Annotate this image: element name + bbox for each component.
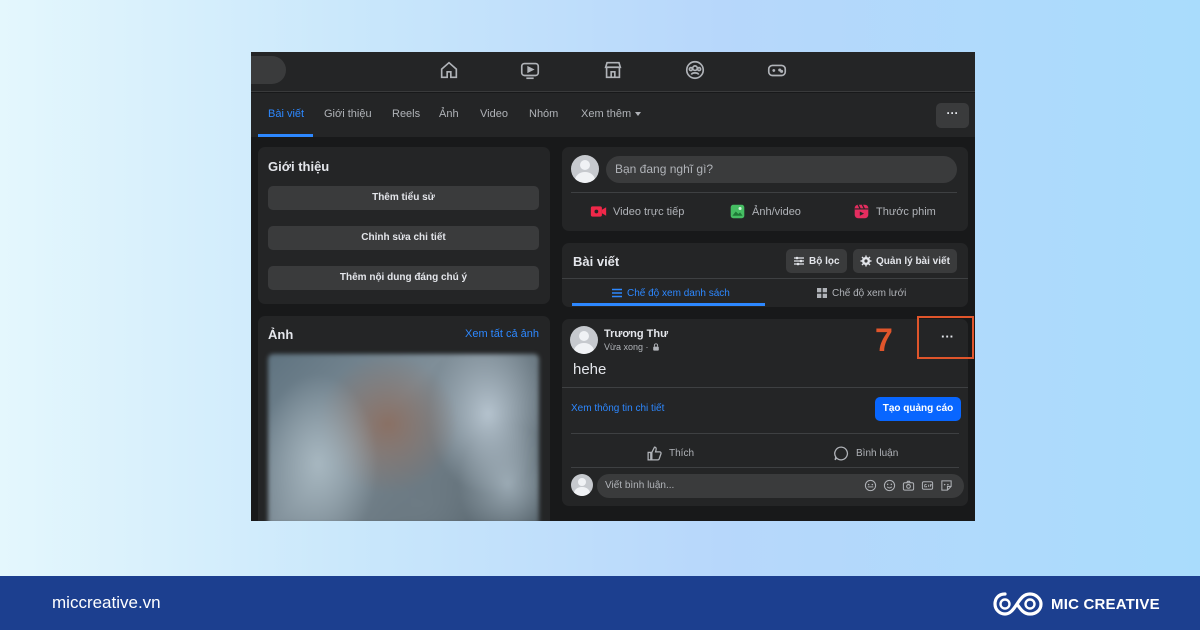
composer-card: Bạn đang nghĩ gì? Video trực tiếp Ảnh/vi… bbox=[562, 147, 968, 231]
highlight-box bbox=[917, 316, 974, 359]
tab-reels[interactable]: Reels bbox=[392, 108, 420, 120]
photo-video-button[interactable]: Ảnh/video bbox=[729, 203, 801, 220]
footer-bar: miccreative.vn MIC CREATIVE bbox=[0, 576, 1200, 630]
live-video-button[interactable]: Video trực tiếp bbox=[590, 203, 684, 220]
post-author[interactable]: Trương Thư bbox=[604, 328, 668, 340]
post-time-label: Vừa xong · bbox=[604, 342, 649, 352]
manage-posts-label: Quản lý bài viết bbox=[876, 255, 950, 267]
author-avatar[interactable] bbox=[570, 326, 598, 354]
composer-divider bbox=[571, 192, 957, 193]
camera-icon[interactable] bbox=[902, 479, 915, 492]
filter-button[interactable]: Bộ lọc bbox=[786, 249, 847, 273]
reel-button[interactable]: Thước phim bbox=[853, 203, 936, 220]
active-tab-indicator bbox=[258, 134, 313, 137]
gif-icon[interactable] bbox=[921, 479, 934, 492]
tab-videos[interactable]: Video bbox=[480, 108, 508, 120]
list-icon bbox=[612, 288, 622, 298]
reel-label: Thước phim bbox=[876, 205, 936, 218]
post-text: hehe bbox=[573, 361, 607, 378]
tab-about[interactable]: Giới thiệu bbox=[324, 108, 372, 120]
home-icon[interactable] bbox=[438, 59, 460, 81]
intro-card: Giới thiệu Thêm tiểu sử Chỉnh sửa chi ti… bbox=[258, 147, 550, 304]
post-time[interactable]: Vừa xong · bbox=[604, 342, 660, 352]
groups-icon[interactable] bbox=[684, 59, 706, 81]
posts-title: Bài viết bbox=[573, 254, 620, 269]
post-divider-middle bbox=[571, 433, 959, 434]
profile-tabs: Bài viết Giới thiệu Reels Ảnh Video Nhóm… bbox=[251, 93, 975, 137]
video-icon[interactable] bbox=[519, 59, 541, 81]
grid-view-label: Chế độ xem lưới bbox=[832, 287, 907, 299]
comment-button[interactable]: Bình luận bbox=[833, 445, 898, 462]
photos-card: Ảnh Xem tất cả ảnh bbox=[258, 316, 550, 521]
step-number: 7 bbox=[875, 322, 893, 358]
caret-down-icon bbox=[635, 112, 642, 117]
grid-icon bbox=[817, 288, 827, 298]
tab-photos[interactable]: Ảnh bbox=[439, 108, 459, 120]
blurred-photo[interactable] bbox=[268, 354, 539, 521]
filter-label: Bộ lọc bbox=[809, 255, 840, 267]
tab-see-more-label: Xem thêm bbox=[581, 108, 632, 120]
post-divider-bottom bbox=[571, 467, 959, 468]
emoji-icon[interactable] bbox=[883, 479, 896, 492]
commenter-avatar[interactable] bbox=[571, 474, 593, 496]
photos-title: Ảnh bbox=[268, 327, 294, 342]
whats-on-your-mind-input[interactable]: Bạn đang nghĩ gì? bbox=[606, 156, 957, 183]
list-view-label: Chế độ xem danh sách bbox=[627, 287, 730, 299]
tab-see-more[interactable]: Xem thêm bbox=[581, 108, 642, 120]
like-label: Thích bbox=[669, 448, 695, 459]
facebook-profile-screenshot: Bài viết Giới thiệu Reels Ảnh Video Nhóm… bbox=[251, 52, 975, 521]
live-video-icon bbox=[590, 206, 607, 217]
user-avatar[interactable] bbox=[571, 155, 599, 183]
grid-view-tab[interactable]: Chế độ xem lưới bbox=[816, 287, 906, 299]
like-button[interactable]: Thích bbox=[646, 445, 694, 462]
gaming-icon[interactable] bbox=[766, 59, 788, 81]
top-nav bbox=[251, 52, 975, 92]
filter-icon bbox=[794, 256, 804, 266]
reel-icon bbox=[854, 204, 869, 219]
search-pill[interactable] bbox=[251, 56, 286, 84]
marketplace-icon[interactable] bbox=[602, 59, 624, 81]
brand-logo: MIC CREATIVE bbox=[993, 590, 1160, 618]
brand-name: MIC CREATIVE bbox=[1051, 595, 1160, 613]
create-ad-button[interactable]: Tạo quảng cáo bbox=[875, 397, 961, 421]
avatar-sticker-icon[interactable] bbox=[864, 479, 877, 492]
sticker-icon[interactable] bbox=[940, 479, 953, 492]
tab-groups[interactable]: Nhóm bbox=[529, 108, 558, 120]
lock-icon bbox=[652, 343, 659, 351]
tab-posts[interactable]: Bài viết bbox=[268, 108, 304, 120]
comment-icon bbox=[834, 446, 849, 461]
list-view-indicator bbox=[572, 303, 765, 306]
see-insights-link[interactable]: Xem thông tin chi tiết bbox=[571, 403, 664, 414]
manage-posts-button[interactable]: Quản lý bài viết bbox=[853, 249, 957, 273]
comment-placeholder: Viết bình luận... bbox=[605, 480, 675, 491]
profile-more-button[interactable]: ··· bbox=[936, 103, 969, 128]
comment-label: Bình luận bbox=[856, 448, 899, 459]
see-all-photos-link[interactable]: Xem tất cả ảnh bbox=[465, 328, 539, 340]
intro-title: Giới thiệu bbox=[268, 159, 330, 174]
comment-input[interactable]: Viết bình luận... bbox=[597, 474, 964, 498]
list-view-tab[interactable]: Chế độ xem danh sách bbox=[611, 287, 730, 299]
mic-logo-icon bbox=[993, 592, 1043, 616]
posts-header-card: Bài viết Bộ lọc Quản lý bài viết Chế độ … bbox=[562, 243, 968, 307]
thumbs-up-icon bbox=[647, 446, 662, 461]
edit-details-button[interactable]: Chỉnh sửa chi tiết bbox=[268, 226, 539, 250]
post-divider-top bbox=[562, 387, 968, 388]
footer-url[interactable]: miccreative.vn bbox=[52, 593, 161, 613]
add-bio-button[interactable]: Thêm tiểu sử bbox=[268, 186, 539, 210]
photo-icon bbox=[730, 204, 745, 219]
add-featured-button[interactable]: Thêm nội dung đáng chú ý bbox=[268, 266, 539, 290]
post-card: Trương Thư Vừa xong · ··· hehe Xem thông… bbox=[562, 319, 968, 506]
posts-header-divider bbox=[562, 278, 968, 279]
photo-video-label: Ảnh/video bbox=[752, 205, 801, 218]
live-video-label: Video trực tiếp bbox=[613, 205, 685, 218]
gear-icon bbox=[860, 255, 872, 267]
